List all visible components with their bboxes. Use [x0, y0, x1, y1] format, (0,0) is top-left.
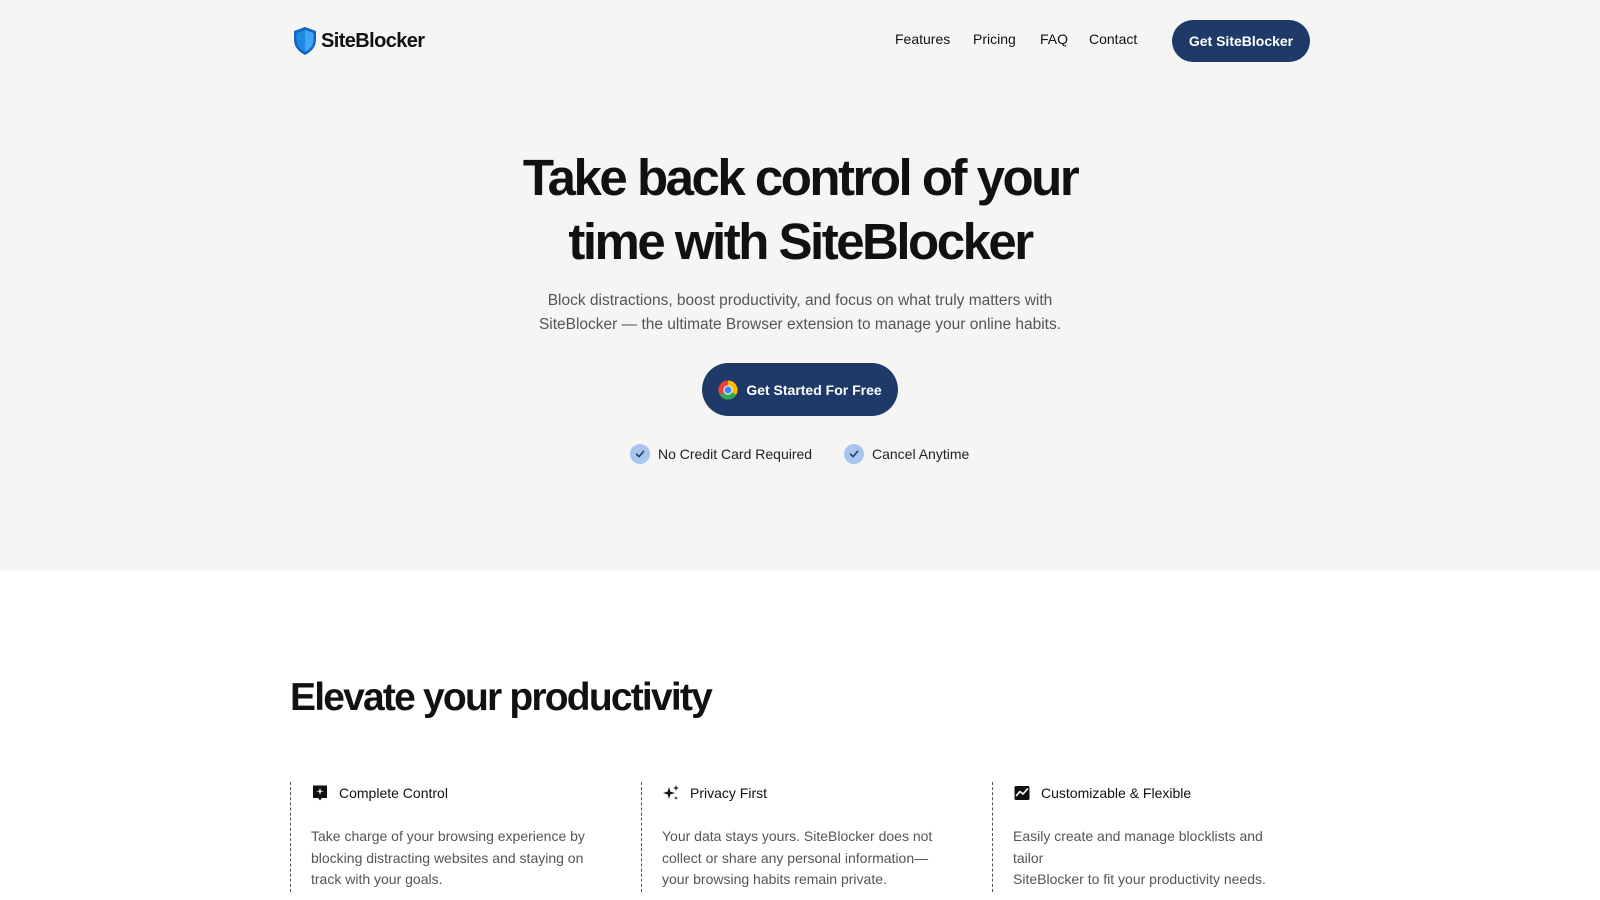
- check-cancel-anytime: Cancel Anytime: [844, 444, 969, 464]
- top-navbar: SiteBlocker Features Pricing FAQ Contact…: [0, 0, 1600, 82]
- brand-logo[interactable]: SiteBlocker: [292, 26, 425, 56]
- feature-header: Complete Control: [311, 782, 590, 802]
- get-siteblocker-button[interactable]: Get SiteBlocker: [1172, 20, 1310, 62]
- feature-description: Your data stays yours. SiteBlocker does …: [662, 826, 941, 891]
- headline-line-1: Take back control of your: [522, 149, 1080, 206]
- feature-desc-line: your browsing habits remain private.: [662, 871, 887, 887]
- feature-customizable-flexible: Customizable & Flexible Easily create an…: [992, 782, 1292, 892]
- checkmark-icon: [844, 444, 864, 464]
- get-started-label: Get Started For Free: [746, 381, 882, 398]
- headline-line-2: time with SiteBlocker: [568, 213, 1034, 270]
- feature-complete-control: Complete Control Take charge of your bro…: [290, 782, 590, 892]
- feature-desc-line: collect or share any personal informatio…: [662, 849, 929, 866]
- feature-desc-line: blocking distracting websites and stayin…: [311, 849, 584, 866]
- shield-icon: [294, 27, 316, 55]
- check-no-credit-card: No Credit Card Required: [630, 444, 812, 464]
- feature-header: Customizable & Flexible: [1013, 782, 1292, 802]
- chart-icon: [1014, 786, 1030, 800]
- feature-description: Easily create and manage blocklists and …: [1013, 826, 1292, 891]
- feature-title: Complete Control: [339, 785, 448, 801]
- section-title: Elevate your productivity: [290, 676, 713, 719]
- feature-desc-line: Take charge of your browsing experience …: [311, 828, 585, 844]
- get-started-button[interactable]: Get Started For Free: [702, 363, 898, 416]
- control-icon: [313, 785, 327, 801]
- chrome-icon: [718, 380, 738, 400]
- hero-section: SiteBlocker Features Pricing FAQ Contact…: [0, 0, 1600, 571]
- brand-name: SiteBlocker: [321, 29, 425, 52]
- sparkles-icon: [663, 785, 679, 800]
- feature-description: Take charge of your browsing experience …: [311, 826, 590, 891]
- nav-link-faq[interactable]: FAQ: [1040, 31, 1068, 47]
- nav-link-features[interactable]: Features: [895, 31, 950, 47]
- feature-header: Privacy First: [662, 782, 941, 802]
- feature-title: Customizable & Flexible: [1041, 785, 1192, 801]
- feature-desc-line: Your data stays yours. SiteBlocker does …: [662, 828, 933, 844]
- feature-desc-line: Easily create and manage blocklists and …: [1013, 828, 1263, 866]
- hero-subtitle: Block distractions, boost productivity, …: [0, 289, 1600, 337]
- checkmark-icon: [630, 444, 650, 464]
- feature-privacy-first: Privacy First Your data stays yours. Sit…: [641, 782, 941, 892]
- nav-link-contact[interactable]: Contact: [1089, 31, 1137, 47]
- subtitle-line-2: SiteBlocker — the ultimate Browser exten…: [538, 316, 1062, 333]
- check-label: No Credit Card Required: [658, 446, 813, 462]
- subtitle-line-1: Block distractions, boost productivity, …: [547, 292, 1053, 309]
- hero-headline: Take back control of your time with Site…: [0, 146, 1600, 274]
- nav-link-pricing[interactable]: Pricing: [973, 31, 1016, 47]
- feature-title: Privacy First: [690, 785, 767, 801]
- feature-desc-line: SiteBlocker to fit your productivity nee…: [1013, 871, 1266, 887]
- check-label: Cancel Anytime: [872, 446, 970, 462]
- feature-desc-line: track with your goals.: [311, 871, 443, 887]
